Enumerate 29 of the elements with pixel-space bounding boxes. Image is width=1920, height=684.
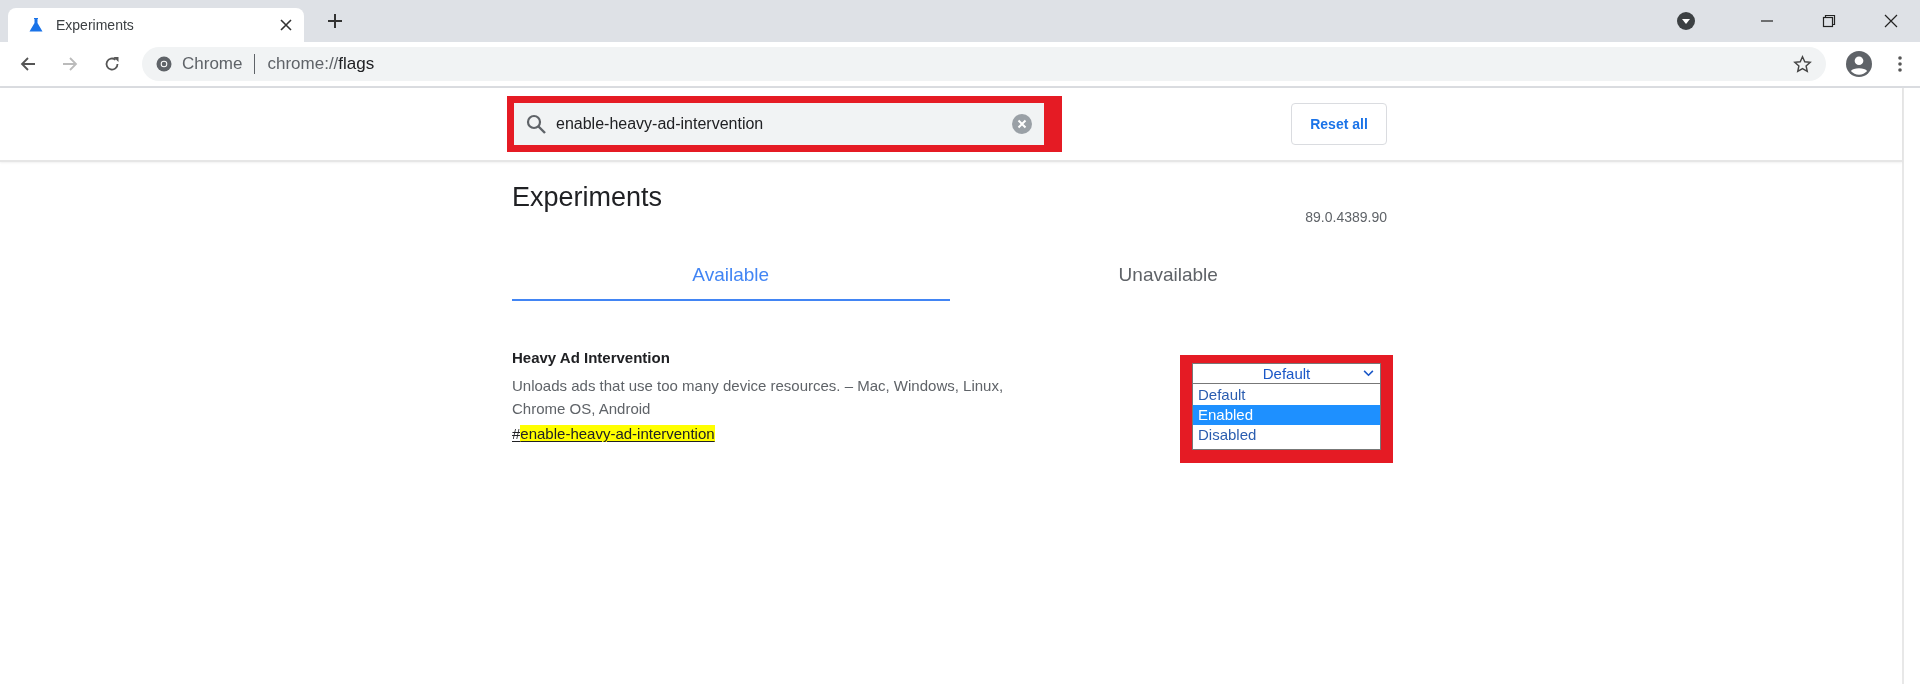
dropdown-option[interactable]: Disabled [1193, 425, 1380, 445]
version-text: 89.0.4389.90 [1305, 209, 1387, 225]
page-title: Experiments [512, 181, 663, 213]
menu-icon[interactable] [1898, 56, 1902, 72]
close-icon[interactable] [1884, 14, 1898, 28]
search-icon [526, 114, 546, 134]
flask-icon [28, 17, 44, 33]
new-tab-icon[interactable] [328, 14, 342, 28]
profile-icon[interactable] [1846, 51, 1872, 77]
back-icon[interactable] [20, 56, 36, 72]
dropdown-option[interactable]: Default [1193, 385, 1380, 405]
search-field[interactable]: enable-heavy-ad-intervention [514, 103, 1044, 145]
browser-tab[interactable]: Experiments [8, 8, 304, 42]
chevron-icon [1363, 370, 1374, 377]
chrome-icon [156, 56, 172, 72]
restore-icon[interactable] [1822, 14, 1836, 28]
tab-title: Experiments [56, 17, 135, 33]
clear-icon[interactable] [1012, 114, 1032, 134]
url-text: chrome://flags [267, 54, 375, 74]
reload-icon[interactable] [104, 56, 120, 72]
close-icon[interactable] [280, 19, 292, 31]
select-dropdown[interactable]: Default [1192, 363, 1381, 384]
star-icon[interactable] [1793, 54, 1812, 74]
flag-title: Heavy Ad Intervention [512, 349, 671, 366]
dropdown-icon[interactable] [1676, 11, 1696, 31]
address-bar[interactable]: Chrome chrome://flags [142, 47, 1826, 81]
flag-description: Unloads ads that use too many device resources. – Mac, Windows, Linux, Chrome OS, Android [512, 376, 1005, 419]
reset-all-button[interactable]: Reset all [1291, 103, 1387, 145]
site-label: Chrome [182, 54, 243, 74]
